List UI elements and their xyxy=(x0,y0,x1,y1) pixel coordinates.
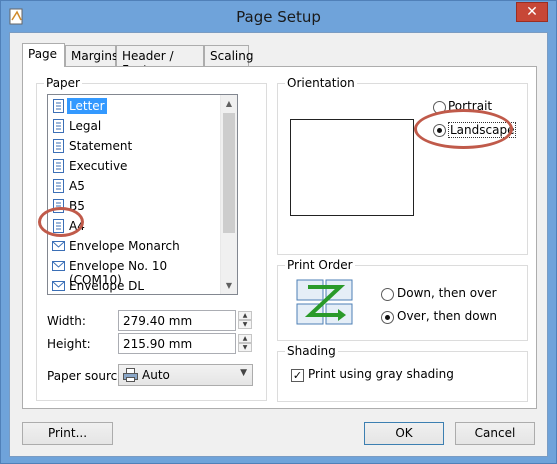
tab-scaling[interactable]: Scaling xyxy=(204,45,253,66)
orientation-preview xyxy=(290,119,414,216)
width-label-text: Width: xyxy=(47,314,86,328)
height-field[interactable]: 215.90 mm xyxy=(118,333,236,354)
list-item-label: Legal xyxy=(69,119,102,133)
list-item[interactable]: Envelope Monarch xyxy=(49,236,220,256)
tab-scaling-label: Scaling xyxy=(210,49,254,63)
spin-up-icon[interactable]: ▲ xyxy=(238,311,252,320)
list-item[interactable]: Letter xyxy=(49,96,220,116)
height-label: Height: xyxy=(47,337,91,351)
list-item[interactable]: A5 xyxy=(49,176,220,196)
radio-dot xyxy=(385,315,390,320)
down-then-over-radio[interactable] xyxy=(381,288,394,301)
spin-up-icon[interactable]: ▲ xyxy=(238,334,252,343)
page-icon xyxy=(53,139,64,153)
annotation-circle xyxy=(414,109,513,149)
over-then-down-label: Over, then down xyxy=(397,309,497,323)
envelope-icon xyxy=(52,241,65,251)
tab-margins-label: Margins xyxy=(71,49,119,63)
print-order-group-label: Print Order xyxy=(285,258,355,272)
chevron-down-icon: ▼ xyxy=(240,368,247,378)
tab-header-footer[interactable]: Header / Footer xyxy=(116,45,204,77)
list-item[interactable]: Executive xyxy=(49,156,220,176)
printer-icon xyxy=(123,368,138,382)
orientation-group-label: Orientation xyxy=(285,76,357,90)
gray-shading-label: Print using gray shading xyxy=(308,367,454,381)
close-button[interactable]: ✕ xyxy=(516,2,548,22)
down-then-over-label: Down, then over xyxy=(397,286,497,300)
list-item[interactable]: Statement xyxy=(49,136,220,156)
paper-source-value: Auto xyxy=(142,368,170,382)
page-icon xyxy=(53,159,64,173)
spin-down-icon[interactable]: ▼ xyxy=(238,320,252,329)
page-setup-window: Page Setup ✕ Page Margins Header / Foote… xyxy=(0,0,557,464)
orientation-group: Orientation Portrait Landscape xyxy=(277,76,528,255)
window-title: Page Setup xyxy=(236,8,321,26)
paper-group-label: Paper xyxy=(44,76,82,90)
envelope-icon xyxy=(52,281,65,291)
list-item-label: Executive xyxy=(69,159,128,173)
list-scrollbar[interactable]: ▲ ▼ xyxy=(220,95,237,294)
title-bar[interactable]: Page Setup ✕ xyxy=(1,1,556,33)
shading-group-label: Shading xyxy=(285,344,338,358)
tab-page-label: Page xyxy=(28,47,58,61)
ok-button[interactable]: OK xyxy=(364,422,444,445)
list-item[interactable]: Envelope No. 10 (COM10) xyxy=(49,256,220,287)
height-label-text: Height: xyxy=(47,337,91,351)
print-button[interactable]: Print... xyxy=(22,422,113,445)
spin-down-icon[interactable]: ▼ xyxy=(238,343,252,352)
gray-shading-checkbox[interactable]: ✓ xyxy=(291,369,304,382)
cancel-button[interactable]: Cancel xyxy=(455,422,535,445)
dialog-client: Page Margins Header / Footer Scaling Pap… xyxy=(9,32,548,457)
width-field[interactable]: 279.40 mm xyxy=(118,310,236,331)
print-order-icon xyxy=(296,279,353,325)
scroll-up-icon[interactable]: ▲ xyxy=(221,95,237,112)
list-item-label: Envelope DL xyxy=(69,279,145,293)
width-label: Width: xyxy=(47,314,86,328)
page-tab-panel: Paper Letter Legal Statement Executive A… xyxy=(22,66,537,409)
annotation-circle xyxy=(38,207,84,237)
list-item-label: Statement xyxy=(69,139,133,153)
list-item-label: Envelope Monarch xyxy=(69,239,180,253)
paper-size-list[interactable]: Letter Legal Statement Executive A5 B5 A… xyxy=(47,94,238,295)
shading-group: Shading ✓ Print using gray shading xyxy=(277,344,528,402)
tab-page[interactable]: Page xyxy=(22,43,65,67)
list-item-label: A5 xyxy=(69,179,85,193)
paper-source-label: Paper source: xyxy=(47,369,129,383)
paper-source-label-text: Paper source: xyxy=(47,369,129,383)
print-order-group: Print Order Down, then over Over, then d… xyxy=(277,258,528,341)
page-icon xyxy=(53,119,64,133)
list-item-label: Letter xyxy=(67,98,107,114)
page-icon xyxy=(53,179,64,193)
tab-margins[interactable]: Margins xyxy=(65,45,119,66)
scroll-thumb[interactable] xyxy=(223,113,235,233)
over-then-down-radio[interactable] xyxy=(381,311,394,324)
scroll-down-icon[interactable]: ▼ xyxy=(221,277,237,294)
height-stepper[interactable]: ▲ ▼ xyxy=(238,334,252,353)
page-icon xyxy=(53,99,64,113)
paper-group: Paper Letter Legal Statement Executive A… xyxy=(36,76,267,401)
list-item[interactable]: Envelope DL xyxy=(49,276,220,294)
paper-source-select[interactable]: Auto ▼ xyxy=(118,364,253,386)
envelope-icon xyxy=(52,261,65,271)
width-stepper[interactable]: ▲ ▼ xyxy=(238,311,252,330)
list-item[interactable]: Legal xyxy=(49,116,220,136)
